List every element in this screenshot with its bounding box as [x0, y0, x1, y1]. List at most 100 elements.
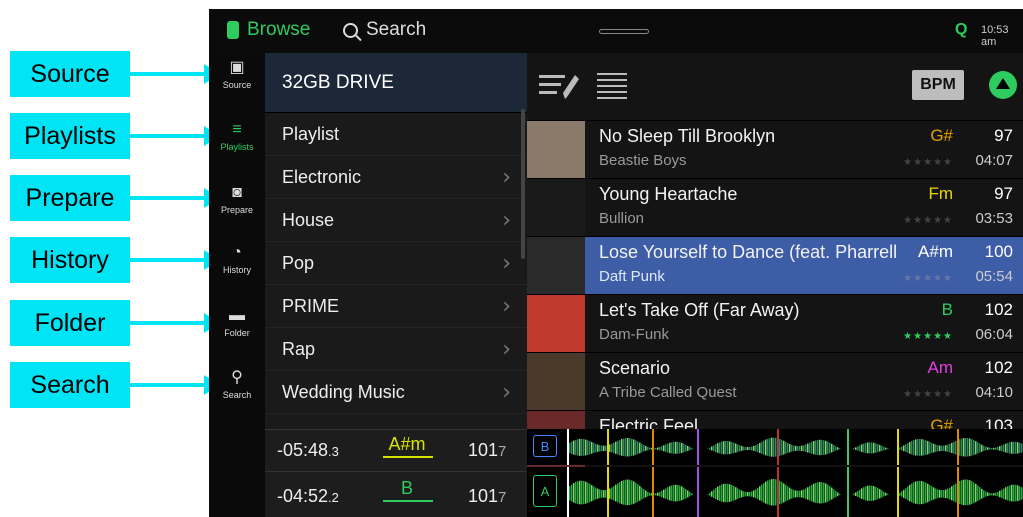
deck-b-badge[interactable]: B — [533, 435, 557, 457]
track-row[interactable]: Let's Take Off (Far Away) Dam-Funk B ★★★★★ 1… — [527, 295, 1023, 353]
waveform-bar — [831, 443, 833, 453]
waveform-bar — [959, 481, 961, 505]
waveform-bar — [973, 482, 975, 504]
rating-stars[interactable]: ★★★★★ — [903, 215, 953, 226]
callout-arrow — [130, 375, 220, 395]
waveform-bar — [821, 482, 823, 504]
waveform-bar — [655, 447, 657, 450]
waveform-bar — [609, 488, 611, 499]
left-rail: ▣ Source ≡ Playlists ◙ Prepare ◔ History… — [209, 53, 265, 517]
rail-history[interactable]: ◔ History — [209, 244, 265, 275]
waveform-bar — [867, 485, 869, 501]
folder-item[interactable]: Playlist — [265, 113, 527, 156]
folder-item[interactable]: Rap › — [265, 328, 527, 371]
sort-ascending-icon[interactable] — [989, 71, 1017, 99]
waveform-bar — [925, 482, 927, 504]
rail-prepare[interactable]: ◙ Prepare — [209, 184, 265, 215]
waveform-bar — [913, 440, 915, 456]
waveform-bar — [767, 480, 769, 505]
waveform-bar — [621, 439, 623, 456]
waveform-bar — [951, 486, 953, 501]
deck-time-tenths: .3 — [328, 444, 339, 459]
rating-stars[interactable]: ★★★★★ — [903, 157, 953, 168]
deck-key: A#m — [388, 434, 426, 454]
waveform-bar — [597, 488, 599, 499]
rating-stars[interactable]: ★★★★★ — [903, 331, 953, 342]
edit-list-icon[interactable] — [539, 71, 579, 101]
waveform-bar — [941, 490, 943, 498]
waveform-bar — [905, 488, 907, 499]
waveform-bar — [681, 442, 683, 453]
waveform-bar — [657, 492, 659, 496]
deck-a-badge[interactable]: A — [533, 475, 557, 507]
waveform-bar — [647, 446, 649, 451]
callout-source: Source — [10, 51, 130, 97]
callout-playlists: Playlists — [10, 113, 130, 159]
list-view-icon[interactable] — [597, 71, 627, 101]
waveform-bar — [749, 491, 751, 497]
folder-item[interactable]: Wedding Music › — [265, 371, 527, 414]
waveform-bar — [747, 447, 749, 451]
waveform-bar — [667, 443, 669, 453]
rating-stars[interactable]: ★★★★★ — [903, 389, 953, 400]
pull-down-handle[interactable] — [599, 29, 649, 34]
waveform-bar — [981, 444, 983, 452]
rail-playlists[interactable]: ≡ Playlists — [209, 121, 265, 152]
waveform-bar — [827, 441, 829, 454]
waveform-bar — [865, 442, 867, 454]
folder-item[interactable]: PRIME › — [265, 285, 527, 328]
waveform-bar — [711, 491, 713, 497]
rail-search[interactable]: ⚲ Search — [209, 369, 265, 400]
waveform-bar — [855, 447, 857, 450]
waveform-bar — [977, 485, 979, 501]
waveform-bar — [611, 487, 613, 500]
track-duration: 04:10 — [975, 384, 1013, 401]
folder-item[interactable]: Electronic › — [265, 156, 527, 199]
waveform-bar — [605, 445, 607, 452]
deck-letter: B — [540, 438, 550, 454]
waveform-bar — [949, 487, 951, 500]
waveform-bar — [797, 490, 799, 498]
waveform-deck-b[interactable]: B — [527, 429, 1023, 465]
waveform-bar — [789, 487, 791, 500]
track-artist: A Tribe Called Quest — [599, 384, 737, 401]
browse-tab[interactable]: Browse — [227, 19, 310, 41]
drive-header[interactable]: 32GB DRIVE — [265, 53, 527, 113]
bpm-sort-button[interactable]: BPM — [912, 70, 964, 100]
folder-item[interactable]: Pop › — [265, 242, 527, 285]
rail-source[interactable]: ▣ Source — [209, 59, 265, 90]
track-row[interactable]: Young Heartache Bullion Fm ★★★★★ 97 03:53 — [527, 179, 1023, 237]
waveform-bar — [937, 445, 939, 452]
waveform-bar — [687, 490, 689, 498]
track-row[interactable]: Scenario A Tribe Called Quest Am ★★★★★ 102 04… — [527, 353, 1023, 411]
waveform-bar — [601, 489, 603, 498]
waveform-bar — [1015, 484, 1017, 502]
track-duration: 06:04 — [975, 326, 1013, 343]
folder-item[interactable]: House › — [265, 199, 527, 242]
waveform-bar — [815, 482, 817, 503]
waveform-bar — [629, 438, 631, 457]
waveform-bar — [973, 440, 975, 456]
rating-stars[interactable]: ★★★★★ — [903, 273, 953, 284]
folder-scrollbar[interactable] — [521, 109, 525, 259]
rail-folder[interactable]: ▬ Folder — [209, 307, 265, 338]
waveform-bar — [999, 446, 1001, 451]
folder-label: PRIME — [282, 295, 340, 316]
waveform-deck-a[interactable]: A — [527, 467, 1023, 517]
deck-bpm: 1017 — [468, 440, 506, 461]
track-bpm: 97 — [994, 126, 1013, 145]
waveform-bar — [785, 484, 787, 502]
waveform-bar — [999, 490, 1001, 498]
track-row[interactable]: No Sleep Till Brooklyn Beastie Boys G# ★★★★… — [527, 121, 1023, 179]
waveform-bar — [649, 447, 651, 450]
waveform-bar — [1001, 489, 1003, 498]
waveform-bar — [613, 486, 615, 501]
waveform-bar — [759, 442, 761, 454]
waveform-bar — [833, 489, 835, 499]
track-row[interactable]: Lose Yourself to Dance (feat. Pharrell Da… — [527, 237, 1023, 295]
waveform-bar — [985, 446, 987, 451]
track-key: B — [941, 300, 953, 319]
waveform-bar — [995, 492, 997, 496]
album-art — [527, 353, 585, 410]
search-tab[interactable]: Search — [343, 19, 426, 41]
